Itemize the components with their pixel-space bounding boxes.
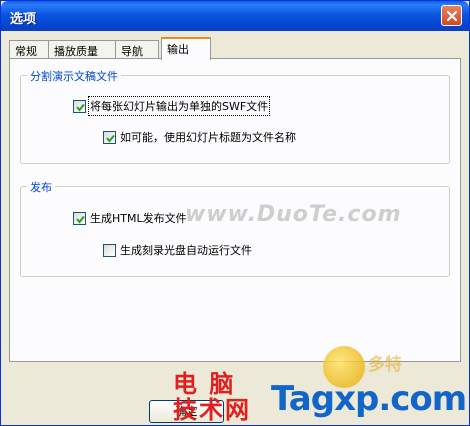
check-row-autorun-cd[interactable]: 生成刻录光盘自动运行文件 [103,242,252,258]
checkmark-icon [76,215,85,224]
check-row-use-slide-titles[interactable]: 如可能，使用幻灯片标题为文件名称 [103,129,296,145]
faint-logo-text: 多特 [368,355,402,375]
tab-output[interactable]: 输出 [161,37,211,60]
group-legend-publish: 发布 [27,179,55,195]
check-row-split-swf[interactable]: 将每张幻灯片输出为单独的SWF文件 [73,96,271,116]
group-legend-split: 分割演示文稿文件 [27,68,121,84]
title-bar[interactable]: 选项 [1,1,469,31]
checkmark-icon [106,134,115,143]
checkbox-autorun-cd[interactable] [103,243,116,257]
check-label-split-swf: 将每张幻灯片输出为单独的SWF文件 [87,96,271,116]
window-title: 选项 [10,12,37,27]
close-button[interactable] [441,5,462,26]
tab-navigation[interactable]: 导航 [115,40,159,59]
checkbox-split-swf[interactable] [73,99,86,113]
group-publish: 发布 生成HTML发布文件 生成刻录光盘自动运行文件 [20,179,450,277]
red-brand-watermark: 电 脑 技术网 [173,371,251,423]
group-split-presentation: 分割演示文稿文件 将每张幻灯片输出为单独的SWF文件 如可能，使用幻灯片标题为文… [20,68,450,164]
red-brand-line1: 电 脑 [173,370,236,398]
checkmark-icon [76,103,85,112]
tab-general[interactable]: 常规 [9,40,49,59]
tab-playback-quality[interactable]: 播放质量 [48,40,116,59]
check-label-use-slide-titles: 如可能，使用幻灯片标题为文件名称 [120,131,296,144]
duote-watermark: www.DuoTe.com [185,202,402,227]
close-icon [446,10,458,22]
check-label-autorun-cd: 生成刻录光盘自动运行文件 [120,244,252,257]
checkbox-generate-html[interactable] [73,211,86,225]
red-brand-line2: 技术网 [173,396,251,424]
tab-panel-output: 分割演示文稿文件 将每张幻灯片输出为单独的SWF文件 如可能，使用幻灯片标题为文… [9,58,461,362]
options-dialog: 选项 常规 播放质量 导航 输出 分割演示文稿文件 将每张幻灯片输出为单独的SW… [0,0,470,426]
check-label-generate-html: 生成HTML发布文件 [90,212,187,225]
check-row-generate-html[interactable]: 生成HTML发布文件 [73,210,187,226]
checkbox-use-slide-titles[interactable] [103,130,116,144]
blue-brand-watermark: Tagxp.com [271,379,467,419]
